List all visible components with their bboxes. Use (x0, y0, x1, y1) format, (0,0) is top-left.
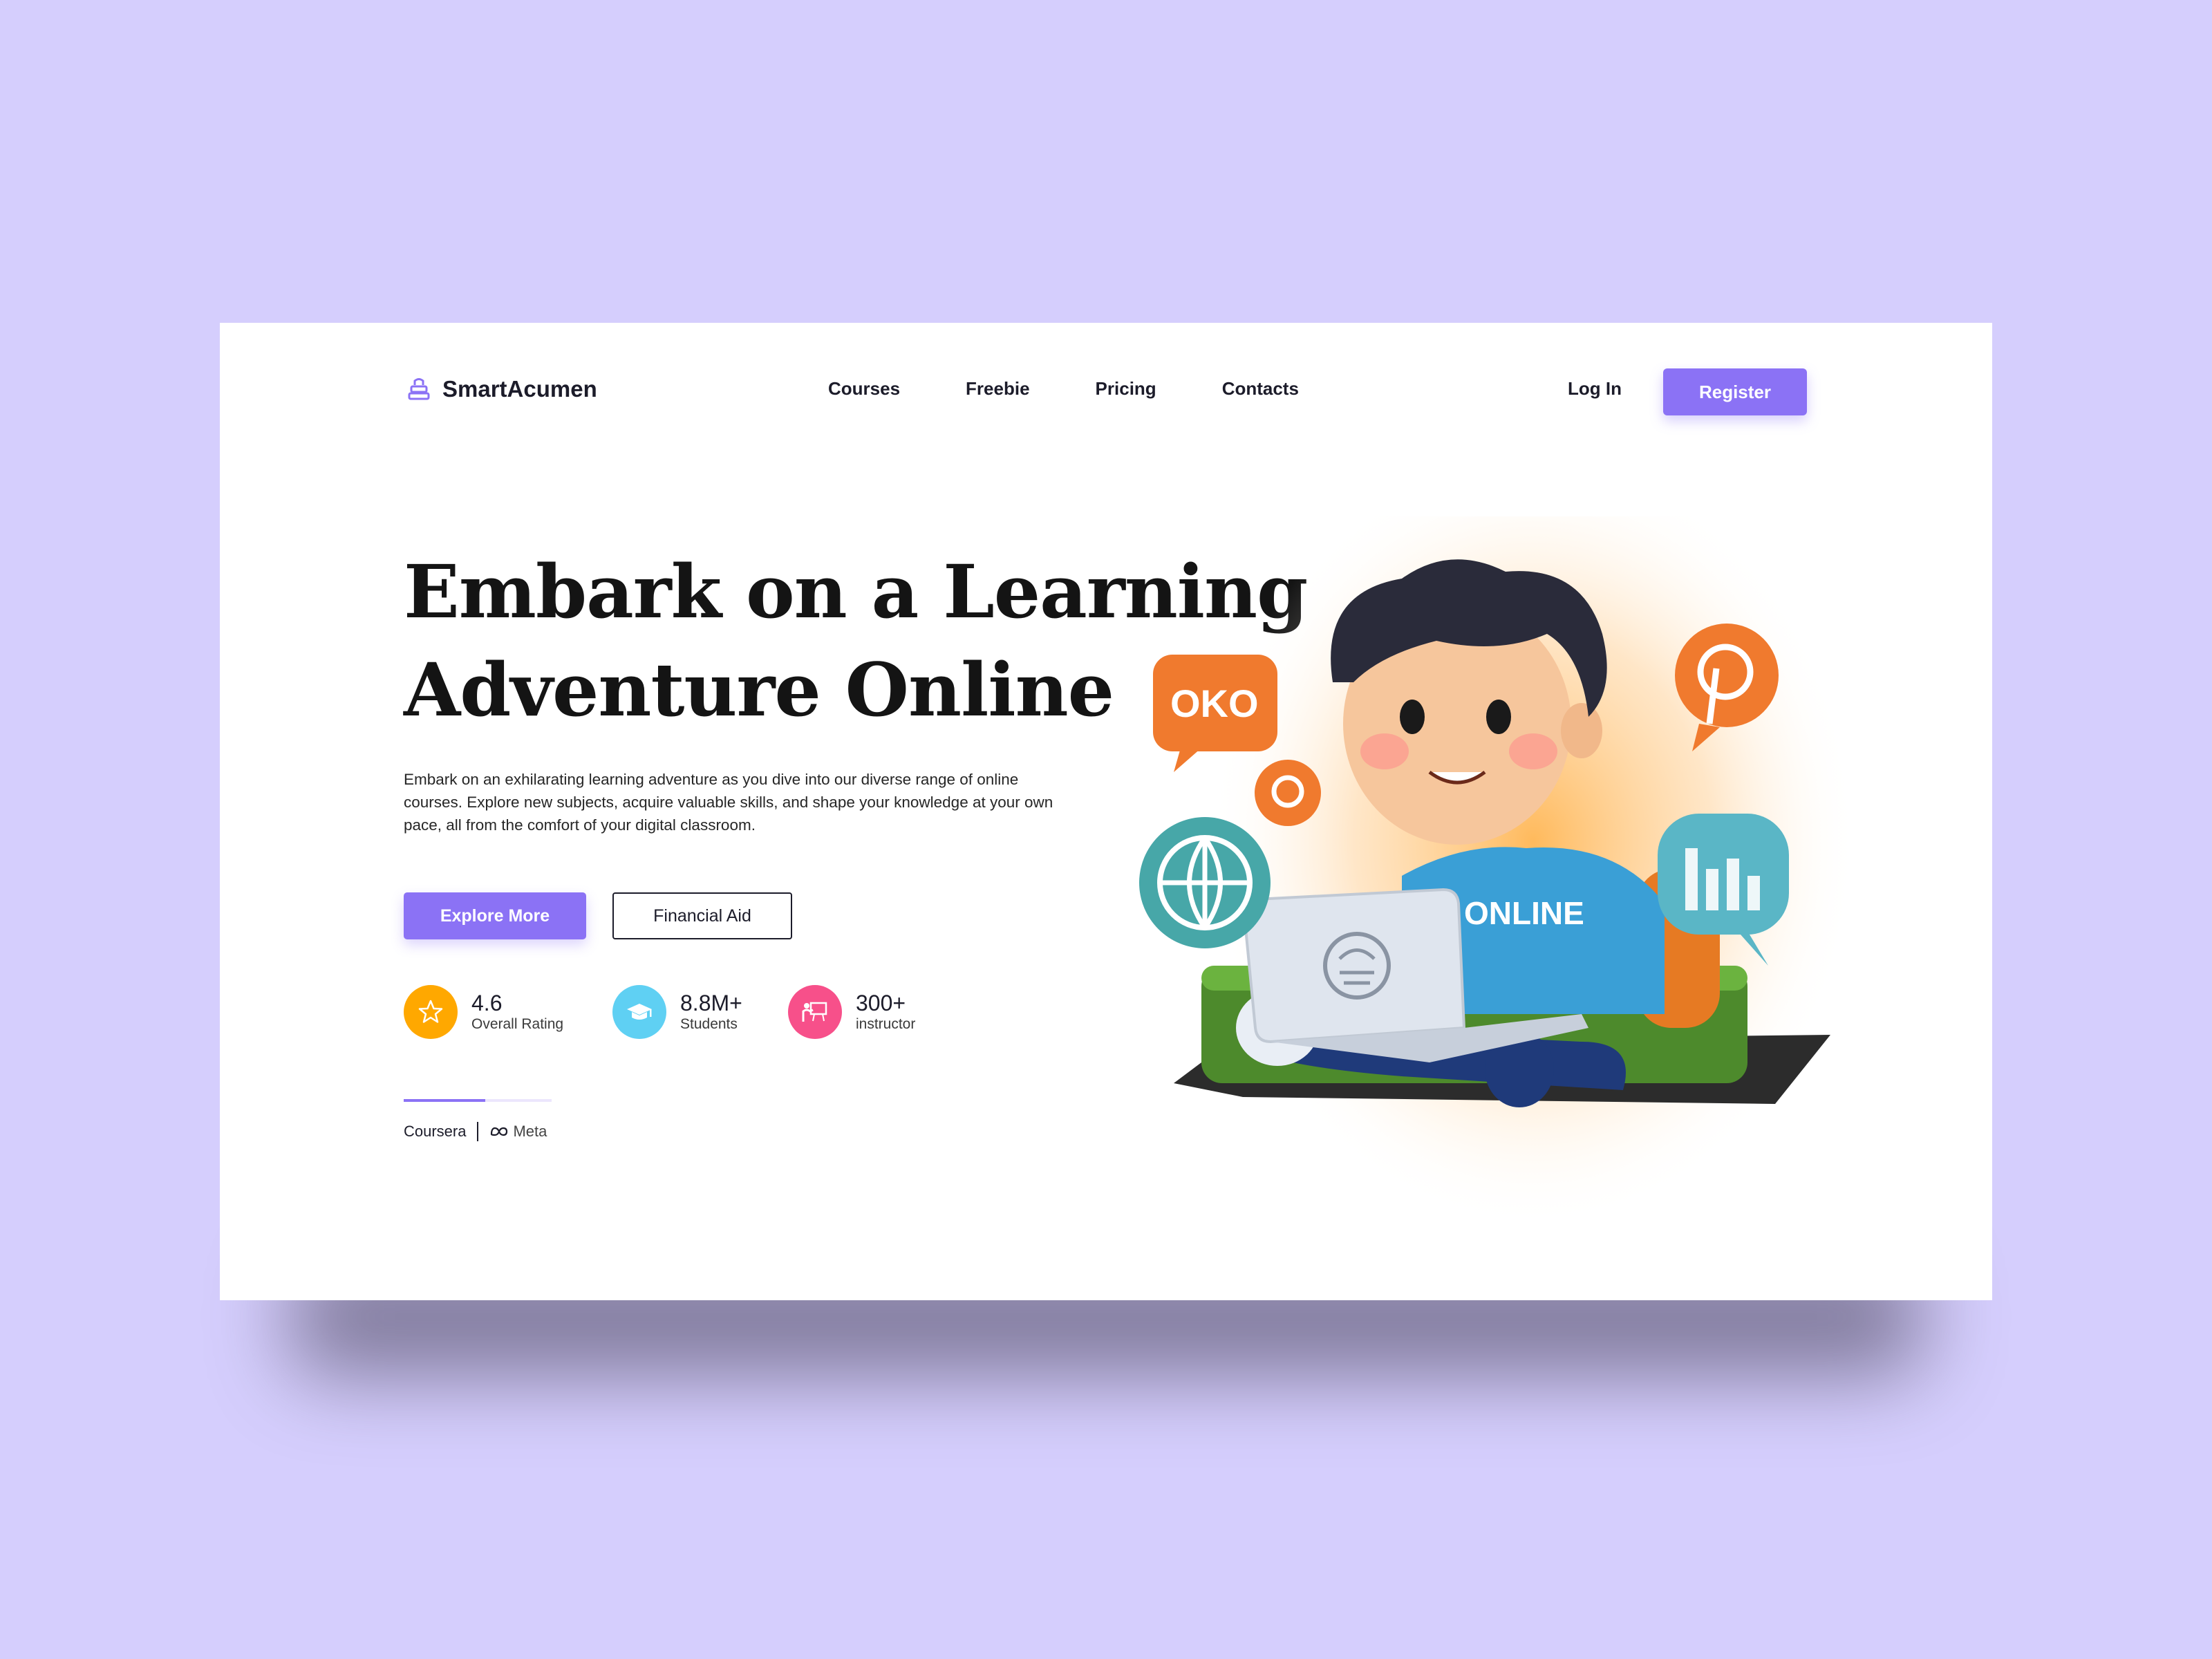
partners-slider-track (404, 1099, 552, 1102)
partner-meta-label: Meta (513, 1123, 547, 1140)
nav-item-pricing[interactable]: Pricing (1096, 378, 1156, 400)
partner-divider (477, 1122, 479, 1141)
headline-line-2: Adventure Online (404, 646, 1114, 733)
explore-more-button[interactable]: Explore More (404, 892, 586, 939)
register-button[interactable]: Register (1663, 368, 1807, 415)
hero-description: Embark on an exhilarating learning adven… (404, 771, 1053, 834)
partner-meta: Meta (489, 1123, 547, 1141)
book-stack-icon (408, 378, 430, 400)
hero-illustration: ONLINE OKO (1139, 516, 1858, 1228)
nav-item-contacts[interactable]: Contacts (1222, 378, 1299, 400)
stat-label: instructor (856, 1016, 916, 1032)
star-icon (404, 985, 458, 1039)
partners-slider-fill (404, 1099, 485, 1102)
login-link[interactable]: Log In (1568, 378, 1622, 400)
shirt-text: ONLINE (1464, 895, 1584, 931)
partner-coursera: Coursera (404, 1123, 467, 1140)
stat-rating: 4.6 Overall Rating (404, 985, 563, 1039)
stat-label: Overall Rating (471, 1016, 564, 1032)
teacher-board-icon (788, 985, 842, 1039)
stat-value: 4.6 (471, 991, 503, 1015)
brand-name: SmartAcumen (442, 376, 597, 402)
stat-label: Students (680, 1016, 738, 1032)
brand-logo[interactable]: SmartAcumen (405, 375, 597, 403)
laptop-screen (1241, 888, 1466, 1044)
stat-value: 8.8M+ (680, 991, 742, 1015)
partner-logos: Coursera Meta (404, 1122, 547, 1141)
meta-infinity-icon (491, 1127, 508, 1136)
graduation-cap-icon (612, 985, 666, 1039)
nav-item-freebie[interactable]: Freebie (966, 378, 1030, 400)
landing-page-card: SmartAcumen Courses Freebie Pricing Cont… (220, 323, 1992, 1300)
small-orange-bubble (1255, 760, 1321, 826)
stat-value: 300+ (856, 991, 906, 1015)
globe-bubble (1139, 817, 1271, 948)
svg-text:OKO: OKO (1170, 682, 1259, 725)
nav-item-courses[interactable]: Courses (828, 378, 900, 400)
stat-students: 8.8M+ Students (612, 985, 742, 1039)
financial-aid-button[interactable]: Financial Aid (612, 892, 792, 939)
stat-instructors: 300+ instructor (788, 985, 915, 1039)
main-nav: Courses Freebie Pricing Contacts (828, 378, 1365, 400)
